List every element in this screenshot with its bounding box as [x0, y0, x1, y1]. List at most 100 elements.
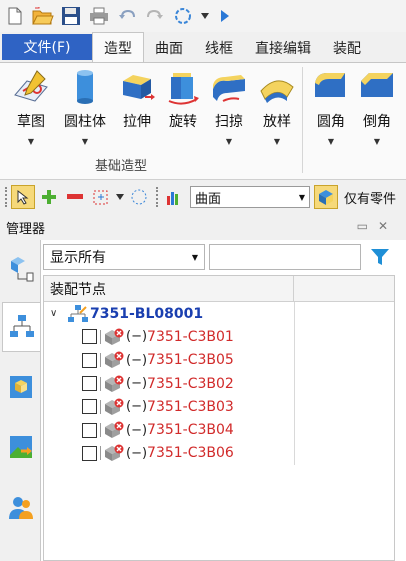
- suppressed-part-icon: [105, 375, 124, 392]
- child-node-name: 7351-C3B05: [147, 352, 234, 369]
- filter-icon[interactable]: [365, 244, 395, 270]
- history-manager-tab[interactable]: [2, 244, 40, 294]
- undo-icon[interactable]: [116, 5, 138, 27]
- fillet-icon: [315, 73, 345, 97]
- save-icon[interactable]: [60, 5, 82, 27]
- close-icon[interactable]: ✕: [378, 219, 388, 233]
- tree-row-child[interactable]: (−) 7351-C3B05: [44, 348, 394, 372]
- view-manager-tab[interactable]: [2, 362, 40, 412]
- column-header-assembly-node[interactable]: 装配节点: [44, 276, 294, 301]
- assembly-manager-tab[interactable]: [2, 302, 40, 352]
- extrude-button[interactable]: 拉伸: [114, 67, 160, 131]
- visibility-checkbox[interactable]: [82, 445, 97, 461]
- box-select-icon[interactable]: [89, 185, 113, 209]
- tree-connector: [100, 399, 102, 414]
- filter-type-select[interactable]: 曲面 ▼: [190, 186, 310, 208]
- visibility-checkbox[interactable]: [82, 399, 97, 415]
- child-node-name: 7351-C3B02: [147, 375, 234, 392]
- chevron-down-icon: ▼: [327, 137, 335, 146]
- status-prefix: (−): [126, 399, 148, 415]
- cylinder-button[interactable]: 圆柱体 ▼: [62, 67, 108, 146]
- tree-row-root[interactable]: ∨ 7351-BL08001: [44, 302, 394, 326]
- tab-wireframe[interactable]: 线框: [194, 34, 244, 62]
- suppressed-part-icon: [105, 421, 124, 439]
- tree-connector: [100, 329, 102, 344]
- sweep-button[interactable]: 扫掠 ▼: [206, 67, 252, 146]
- status-prefix: (−): [126, 422, 148, 438]
- tree-row-child[interactable]: (−) 7351-C3B06: [44, 441, 394, 466]
- display-filter-select[interactable]: 显示所有 ▼: [43, 244, 205, 270]
- run-icon[interactable]: [214, 5, 236, 27]
- chamfer-label: 倒角: [363, 114, 391, 130]
- dotted-circle-icon[interactable]: [127, 185, 151, 209]
- ribbon-panel: 草图 ▼ 圆柱体 ▼ 拉伸 旋转 扫掠 ▼ 放样 ▼ 圆角 ▼ 倒角 ▼ 基础造…: [0, 62, 406, 180]
- status-prefix: (−): [126, 352, 148, 368]
- image-manager-tab[interactable]: [2, 422, 40, 472]
- chamfer-button[interactable]: 倒角 ▼: [354, 67, 400, 146]
- revolve-icon: [168, 73, 199, 105]
- sweep-icon: [213, 75, 245, 102]
- tab-modeling[interactable]: 造型: [92, 32, 144, 62]
- restore-icon[interactable]: ▭: [357, 219, 368, 233]
- fillet-button[interactable]: 圆角 ▼: [308, 67, 354, 146]
- part-filter-icon[interactable]: [314, 185, 338, 209]
- revolve-label: 旋转: [169, 114, 197, 130]
- file-menu-tab[interactable]: 文件(F): [2, 34, 92, 60]
- open-folder-icon[interactable]: [32, 5, 54, 27]
- tree-connector: [100, 446, 102, 461]
- dropdown-icon[interactable]: [200, 5, 210, 27]
- chevron-down-icon[interactable]: ∨: [50, 308, 60, 319]
- column-divider: [294, 371, 295, 396]
- status-prefix: (−): [126, 445, 148, 461]
- toolbar-grip[interactable]: [156, 187, 159, 207]
- visibility-checkbox[interactable]: [82, 422, 97, 438]
- parts-only-label[interactable]: 仅有零件: [344, 188, 396, 207]
- tree-row-child[interactable]: (−) 7351-C3B04: [44, 418, 394, 442]
- child-node-list: (−) 7351-C3B01 (−) 7351-C3B05 (−) 7351-C3B02(…: [44, 325, 394, 466]
- display-filter-value: 显示所有: [50, 250, 106, 266]
- tree-search-input[interactable]: [209, 244, 361, 270]
- child-node-name: 7351-C3B06: [147, 445, 234, 462]
- tree-row-child[interactable]: (−) 7351-C3B01: [44, 325, 394, 349]
- color-filter-icon[interactable]: [162, 185, 186, 209]
- manager-title-bar: 管理器 ▭ ✕: [0, 214, 406, 240]
- ribbon-tabs: 文件(F) 造型 曲面 线框 直接编辑 装配: [0, 32, 406, 62]
- tree-row-child[interactable]: (−) 7351-C3B03: [44, 395, 394, 419]
- column-divider: [294, 302, 295, 326]
- tree-row-child[interactable]: (−) 7351-C3B02: [44, 371, 394, 396]
- tree-connector: [100, 423, 102, 438]
- add-icon[interactable]: [37, 185, 61, 209]
- loft-button[interactable]: 放样 ▼: [254, 67, 300, 146]
- tree-connector: [100, 353, 102, 368]
- assembly-manager-panel: 显示所有 ▼ 装配节点 ∨ 7351-BL08001 (−) 7351-C3B01…: [40, 240, 406, 561]
- sketch-label: 草图: [17, 114, 45, 130]
- status-prefix: (−): [126, 329, 148, 345]
- select-arrow-icon[interactable]: [11, 185, 35, 209]
- visibility-checkbox[interactable]: [82, 352, 97, 368]
- toolbar-grip[interactable]: [5, 187, 8, 207]
- manager-filter-row: 显示所有 ▼: [43, 243, 405, 271]
- child-node-name: 7351-C3B03: [147, 398, 234, 415]
- suppressed-part-icon: [105, 328, 124, 345]
- revolve-button[interactable]: 旋转: [160, 67, 206, 131]
- visibility-checkbox[interactable]: [82, 376, 97, 392]
- sketch-button[interactable]: 草图 ▼: [8, 67, 54, 146]
- chevron-down-icon: ▼: [225, 137, 233, 146]
- column-divider: [294, 325, 295, 349]
- status-prefix: (−): [126, 376, 148, 392]
- select-mode-icon[interactable]: [172, 5, 194, 27]
- tab-surface[interactable]: 曲面: [144, 34, 194, 62]
- user-manager-tab[interactable]: [2, 482, 40, 532]
- chevron-down-icon[interactable]: [115, 185, 125, 209]
- print-icon[interactable]: [88, 5, 110, 27]
- column-divider: [294, 441, 295, 466]
- visibility-checkbox[interactable]: [82, 329, 97, 345]
- tab-direct-edit[interactable]: 直接编辑: [244, 34, 322, 62]
- loft-icon: [260, 80, 294, 103]
- filter-type-value: 曲面: [195, 191, 222, 207]
- new-file-icon[interactable]: [4, 5, 26, 27]
- selection-toolbar: 曲面 ▼ 仅有零件: [0, 182, 406, 212]
- redo-icon[interactable]: [144, 5, 166, 27]
- remove-icon[interactable]: [63, 185, 87, 209]
- tab-assembly[interactable]: 装配: [322, 34, 372, 62]
